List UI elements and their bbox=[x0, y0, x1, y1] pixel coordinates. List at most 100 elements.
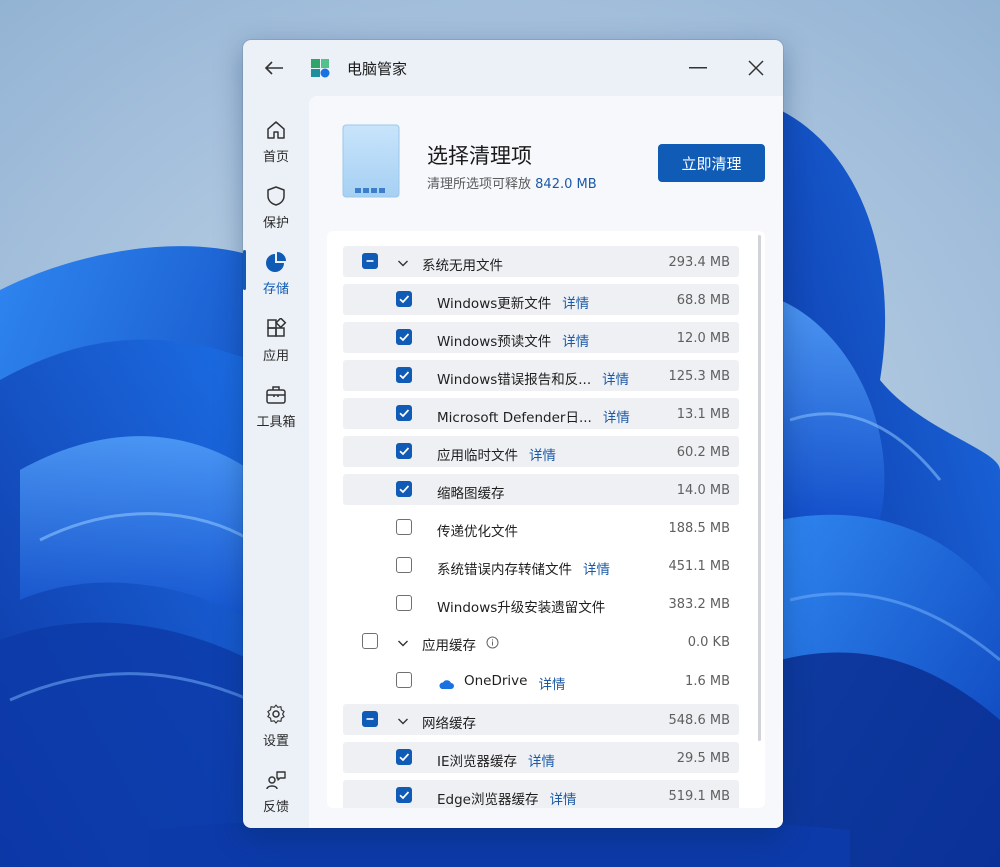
group-checkbox[interactable] bbox=[362, 633, 378, 649]
item-size: 13.1 MB bbox=[676, 407, 730, 422]
item-size: 188.5 MB bbox=[668, 521, 730, 536]
app-title: 电脑管家 bbox=[347, 60, 408, 78]
gear-icon bbox=[267, 704, 285, 724]
nav-item-feedback[interactable]: 反馈 bbox=[247, 764, 305, 824]
nav-item-protect[interactable]: 保护 bbox=[247, 180, 305, 240]
info-icon[interactable] bbox=[486, 634, 499, 649]
item-size: 1.6 MB bbox=[685, 674, 730, 689]
item-size: 451.1 MB bbox=[668, 559, 730, 574]
list-item[interactable]: Windows更新文件 详情 68.8 MB bbox=[343, 284, 739, 315]
detail-link[interactable]: 详情 bbox=[528, 750, 555, 770]
nav-label: 应用 bbox=[262, 349, 289, 364]
chevron-down-icon[interactable] bbox=[396, 713, 410, 727]
item-size: 125.3 MB bbox=[668, 369, 730, 384]
list-item[interactable]: OneDrive 详情 1.6 MB bbox=[343, 665, 739, 696]
nav-label: 保护 bbox=[262, 216, 289, 231]
group-size: 0.0 KB bbox=[687, 635, 730, 650]
group-row[interactable]: 应用缓存 0.0 KB bbox=[343, 626, 739, 657]
list-item[interactable]: 传递优化文件 188.5 MB bbox=[343, 512, 739, 543]
detail-link[interactable]: 详情 bbox=[529, 444, 556, 464]
item-name: Microsoft Defender日... bbox=[437, 410, 592, 426]
item-checkbox[interactable] bbox=[396, 749, 412, 765]
close-button[interactable] bbox=[741, 54, 771, 82]
chevron-down-icon[interactable] bbox=[396, 255, 410, 269]
item-checkbox[interactable] bbox=[396, 557, 412, 573]
active-nav-indicator bbox=[243, 250, 246, 290]
list-item[interactable]: IE浏览器缓存 详情 29.5 MB bbox=[343, 742, 739, 773]
nav-item-apps[interactable]: 应用 bbox=[247, 313, 305, 373]
app-logo-icon bbox=[311, 59, 330, 78]
nav-item-toolbox[interactable]: 工具箱 bbox=[247, 379, 305, 439]
group-checkbox[interactable] bbox=[362, 711, 378, 727]
item-name: Windows错误报告和反... bbox=[437, 372, 592, 388]
detail-link[interactable]: 详情 bbox=[562, 330, 589, 350]
nav-item-storage[interactable]: 存储 bbox=[247, 246, 305, 306]
item-checkbox[interactable] bbox=[396, 787, 412, 803]
detail-link[interactable]: 详情 bbox=[602, 368, 629, 388]
apps-icon bbox=[267, 318, 287, 337]
clean-now-button[interactable]: 立即清理 bbox=[658, 144, 765, 182]
list-item[interactable]: 系统错误内存转储文件 详情 451.1 MB bbox=[343, 550, 739, 581]
item-name: 应用临时文件 bbox=[437, 448, 518, 464]
list-item[interactable]: Microsoft Defender日... 详情 13.1 MB bbox=[343, 398, 739, 429]
item-name: Windows更新文件 bbox=[437, 296, 552, 312]
chevron-down-icon[interactable] bbox=[396, 635, 410, 649]
item-name: OneDrive bbox=[464, 673, 528, 689]
item-name: 缩略图缓存 bbox=[437, 486, 505, 502]
shield-icon bbox=[267, 186, 285, 206]
item-size: 12.0 MB bbox=[676, 331, 730, 346]
detail-link[interactable]: 详情 bbox=[603, 406, 630, 426]
nav-label: 首页 bbox=[262, 150, 289, 165]
item-checkbox[interactable] bbox=[396, 595, 412, 611]
group-checkbox[interactable] bbox=[362, 253, 378, 269]
reclaimable-summary: 清理所选项可释放 842.0 MB bbox=[427, 173, 597, 192]
item-name: Windows预读文件 bbox=[437, 334, 552, 350]
nav-label: 反馈 bbox=[262, 800, 289, 815]
storage-drive-illustration bbox=[342, 124, 400, 198]
item-checkbox[interactable] bbox=[396, 329, 412, 345]
page-title: 选择清理项 bbox=[427, 144, 532, 168]
item-checkbox[interactable] bbox=[396, 519, 412, 535]
cleanup-list: 系统无用文件 293.4 MB Windows更新文件 详情 68.8 MB Window… bbox=[327, 231, 765, 808]
detail-link[interactable]: 详情 bbox=[583, 558, 610, 578]
list-item[interactable]: Edge浏览器缓存 详情 519.1 MB bbox=[343, 780, 739, 808]
minimize-icon bbox=[689, 67, 707, 69]
scrollbar[interactable] bbox=[758, 235, 761, 741]
pie-chart-icon bbox=[266, 252, 286, 272]
detail-link[interactable]: 详情 bbox=[562, 292, 589, 312]
onedrive-icon bbox=[438, 675, 454, 689]
item-checkbox[interactable] bbox=[396, 291, 412, 307]
detail-link[interactable]: 详情 bbox=[538, 673, 565, 693]
item-name: Edge浏览器缓存 bbox=[437, 792, 539, 808]
group-name: 网络缓存 bbox=[422, 716, 476, 732]
minimize-button[interactable] bbox=[683, 54, 713, 82]
item-size: 519.1 MB bbox=[668, 789, 730, 804]
list-item[interactable]: 缩略图缓存 14.0 MB bbox=[343, 474, 739, 505]
item-checkbox[interactable] bbox=[396, 443, 412, 459]
item-checkbox[interactable] bbox=[396, 481, 412, 497]
group-row[interactable]: 网络缓存 548.6 MB bbox=[343, 704, 739, 735]
list-item[interactable]: Windows升级安装遗留文件 383.2 MB bbox=[343, 588, 739, 619]
list-item[interactable]: Windows错误报告和反... 详情 125.3 MB bbox=[343, 360, 739, 391]
nav-item-home[interactable]: 首页 bbox=[247, 114, 305, 174]
back-button[interactable] bbox=[259, 54, 289, 82]
group-size: 548.6 MB bbox=[668, 713, 730, 728]
item-checkbox[interactable] bbox=[396, 405, 412, 421]
item-checkbox[interactable] bbox=[396, 672, 412, 688]
content-panel: 选择清理项 清理所选项可释放 842.0 MB 立即清理 系统无用文件 293.4… bbox=[309, 96, 783, 828]
list-item[interactable]: 应用临时文件 详情 60.2 MB bbox=[343, 436, 739, 467]
detail-link[interactable]: 详情 bbox=[549, 788, 576, 808]
item-name: IE浏览器缓存 bbox=[437, 754, 518, 770]
group-size: 293.4 MB bbox=[668, 255, 730, 270]
item-size: 68.8 MB bbox=[676, 293, 730, 308]
item-size: 60.2 MB bbox=[676, 445, 730, 460]
item-size: 383.2 MB bbox=[668, 597, 730, 612]
group-row[interactable]: 系统无用文件 293.4 MB bbox=[343, 246, 739, 277]
item-checkbox[interactable] bbox=[396, 367, 412, 383]
nav-label: 存储 bbox=[262, 282, 289, 297]
nav-item-settings[interactable]: 设置 bbox=[247, 698, 305, 758]
group-name: 系统无用文件 bbox=[422, 258, 503, 274]
item-name: Windows升级安装遗留文件 bbox=[437, 600, 606, 616]
list-item[interactable]: Windows预读文件 详情 12.0 MB bbox=[343, 322, 739, 353]
app-window: 电脑管家 首页 保护 存储 应用 工具箱 设置 反馈 选择清理项 清理所选项可释… bbox=[243, 40, 783, 828]
